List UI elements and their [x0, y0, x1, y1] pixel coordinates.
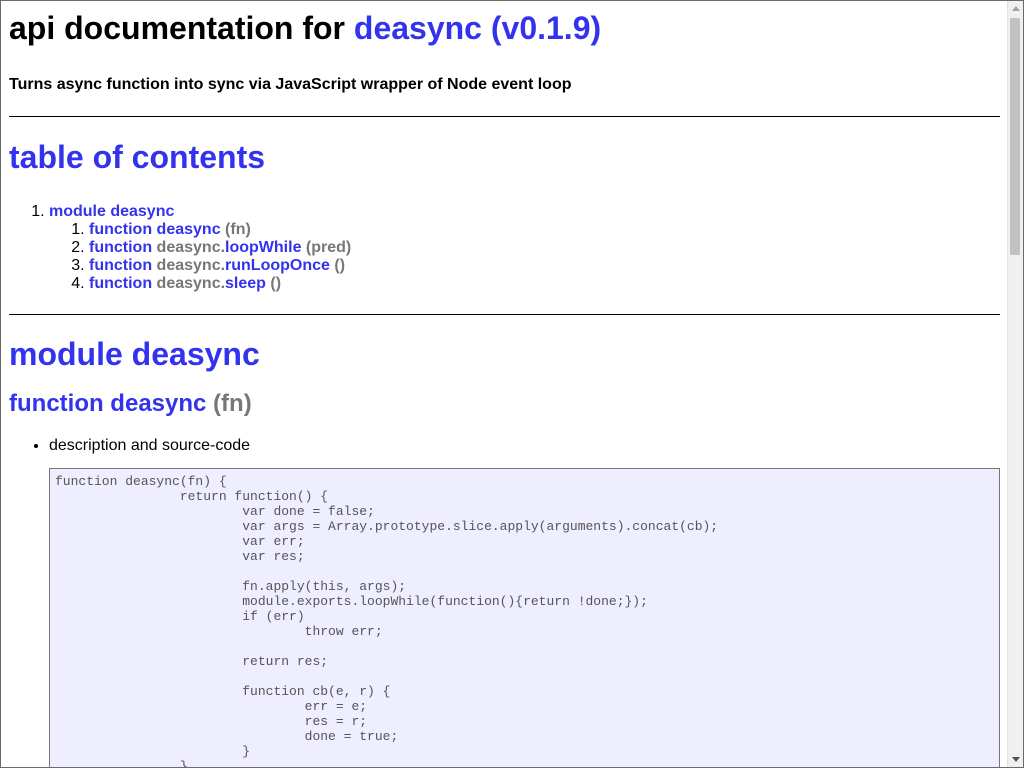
toc-function-item: function deasync.sleep () [89, 275, 1000, 293]
toc-keyword: function [89, 239, 153, 256]
module-heading: module deasync [9, 336, 1000, 373]
toc-module-link[interactable]: module deasync [49, 203, 174, 220]
toc-function-prefix: deasync. [156, 257, 226, 274]
toc-keyword: function [89, 257, 153, 274]
scroll-up-arrow-icon[interactable] [1008, 1, 1023, 16]
toc-function-list: function deasync (fn) function deasync.l… [49, 221, 1000, 293]
toc-function-item: function deasync.loopWhile (pred) [89, 239, 1000, 257]
toc-function-link[interactable]: function deasync.runLoopOnce [89, 257, 330, 274]
toc-function-link[interactable]: function deasync.loopWhile [89, 239, 301, 256]
toc-function-args: () [270, 275, 282, 292]
toc-function-args: (pred) [305, 239, 352, 256]
toc-function-name: sleep [225, 275, 266, 292]
divider [9, 314, 1000, 315]
function-heading-link[interactable]: function deasync [9, 390, 206, 417]
toc-function-link[interactable]: function deasync.sleep [89, 275, 266, 292]
toc-function-link[interactable]: function deasync [89, 221, 221, 238]
toc-title: table of contents [9, 139, 266, 175]
function-heading: function deasync (fn) [9, 390, 1000, 418]
source-code-block: function deasync(fn) { return function()… [49, 468, 1000, 767]
package-description: Turns async function into sync via JavaS… [9, 76, 572, 93]
module-heading-link[interactable]: module deasync [9, 336, 260, 372]
browser-viewport: api documentation for deasync (v0.1.9) T… [0, 0, 1024, 768]
toc-function-item: function deasync (fn) [89, 221, 1000, 239]
description-item: description and source-code function dea… [49, 437, 1000, 767]
function-heading-args: (fn) [213, 390, 252, 417]
page-title: api documentation for deasync (v0.1.9) [9, 10, 1000, 47]
toc-module-item: module deasync function deasync (fn) fun… [49, 203, 1000, 293]
document-body: api documentation for deasync (v0.1.9) T… [1, 1, 1008, 767]
toc-keyword: function [89, 275, 153, 292]
toc-keyword: function [89, 221, 153, 238]
toc-function-args: (fn) [225, 221, 251, 238]
toc-function-prefix: deasync. [156, 239, 226, 256]
toc-list: module deasync function deasync (fn) fun… [9, 203, 1000, 293]
description-label: description and source-code [49, 437, 251, 454]
toc-function-prefix: deasync. [156, 275, 226, 292]
scrollbar-thumb[interactable] [1010, 18, 1020, 255]
page-title-prefix: api documentation for [9, 10, 345, 46]
toc-function-args: () [334, 257, 346, 274]
vertical-scrollbar[interactable] [1007, 1, 1023, 767]
function-detail-list: description and source-code function dea… [9, 437, 1000, 767]
scroll-down-arrow-icon[interactable] [1008, 752, 1023, 767]
divider [9, 116, 1000, 117]
toc-function-name: loopWhile [225, 239, 302, 256]
toc-function-name: deasync [156, 221, 221, 238]
package-version-link[interactable]: deasync (v0.1.9) [354, 10, 601, 46]
toc-function-item: function deasync.runLoopOnce () [89, 257, 1000, 275]
toc-function-name: runLoopOnce [225, 257, 330, 274]
